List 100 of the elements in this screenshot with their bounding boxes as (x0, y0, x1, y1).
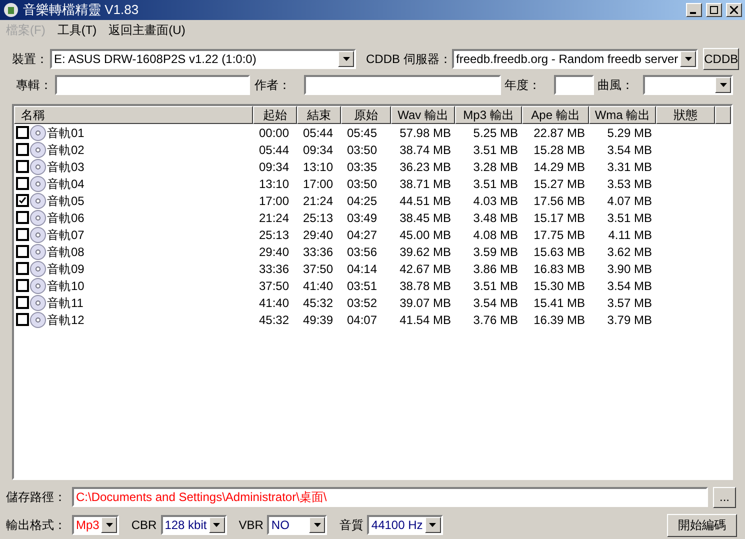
option-dropdown[interactable]: Mp3 (72, 515, 120, 535)
column-header[interactable]: 原始 (341, 106, 391, 124)
track-row[interactable]: 音軌07 25:13 29:40 04:27 45.00 MB 4.08 MB 17.75 MB 4.11 MB (14, 226, 731, 243)
menu-item[interactable]: 返回主畫面(U) (108, 21, 186, 39)
track-row[interactable]: 音軌05 17:00 21:24 04:25 44.51 MB 4.03 MB 17.56 MB 4.07 MB (14, 192, 731, 209)
column-header[interactable]: Wav 輸出 (391, 106, 455, 124)
table-cell-text: 3.51 MB (472, 278, 519, 294)
checkbox[interactable] (16, 143, 29, 156)
dropdown-button[interactable] (424, 517, 441, 533)
table-cell-text: 3.57 MB (606, 294, 653, 312)
menu-item[interactable]: 工具(T) (57, 21, 97, 39)
maximize-button[interactable] (706, 3, 722, 17)
table-cell-text: 16.83 MB (532, 260, 586, 278)
track-row[interactable]: 音軌06 21:24 25:13 03:49 38.45 MB 3.48 MB 15.17 MB 3.51 MB (14, 209, 731, 226)
table-cell-text: 49:39 (302, 312, 334, 328)
table-cell-text: 39.07 MB (398, 294, 452, 312)
checkbox[interactable] (16, 296, 29, 309)
track-name: 音軌12 (47, 312, 84, 328)
cd-icon (30, 176, 46, 192)
track-row[interactable]: 音軌08 29:40 33:36 03:56 39.62 MB 3.59 MB 15.63 MB 3.62 MB (14, 243, 731, 260)
table-cell-text: 03:50 (346, 142, 378, 158)
option-dropdown[interactable]: NO (267, 515, 328, 535)
track-row[interactable]: 音軌03 09:34 13:10 03:35 36.23 MB 3.28 MB 14.29 MB 3.31 MB (14, 158, 731, 175)
dropdown-button[interactable] (101, 517, 118, 533)
check-icon (19, 197, 26, 204)
table-cell-text: 36.23 MB (398, 158, 452, 176)
table-cell-text: 3.51 MB (472, 176, 519, 192)
table-cell-text: 03:49 (346, 210, 378, 226)
cd-icon (30, 226, 46, 242)
close-button[interactable] (726, 3, 742, 17)
track-name: 音軌10 (47, 278, 84, 294)
table-cell-text: 15.63 MB (532, 244, 586, 260)
column-header[interactable]: 結束 (297, 106, 341, 124)
track-row[interactable]: 音軌04 13:10 17:00 03:50 38.71 MB 3.51 MB 15.27 MB 3.53 MB (14, 175, 731, 192)
option-dropdown[interactable]: 44100 Hz (367, 515, 443, 535)
option-dropdown[interactable]: 128 kbit (160, 515, 227, 535)
track-row[interactable]: 音軌02 05:44 09:34 03:50 38.74 MB 3.51 MB 15.28 MB 3.54 MB (14, 141, 731, 158)
table-cell-text: 13:10 (258, 176, 290, 192)
table-cell-text: 05:44 (302, 124, 334, 142)
column-header[interactable]: 名稱 (14, 106, 253, 124)
cd-icon (30, 278, 46, 294)
path-field[interactable]: C:\Documents and Settings\Administrator\桌面\ (72, 487, 708, 507)
table-cell-text: 29:40 (258, 244, 290, 260)
table-cell-text: 3.86 MB (472, 260, 519, 278)
track-row[interactable]: 音軌11 41:40 45:32 03:52 39.07 MB 3.54 MB 15.41 MB 3.57 MB (14, 294, 731, 311)
input-field[interactable] (554, 75, 594, 95)
column-header[interactable]: Mp3 輸出 (455, 106, 522, 124)
table-cell-text: 21:24 (258, 210, 290, 226)
table-cell-text: 3.48 MB (472, 210, 519, 226)
table-cell-text: 3.28 MB (472, 158, 519, 176)
cddb-button[interactable]: CDDB (703, 48, 740, 70)
track-row[interactable]: 音軌01 00:00 05:44 05:45 57.98 MB 5.25 MB 22.87 MB 5.29 MB (14, 124, 731, 141)
track-name: 音軌05 (47, 192, 84, 210)
checkbox[interactable] (16, 194, 29, 207)
checkbox[interactable] (16, 279, 29, 292)
table-cell-text: 03:50 (346, 176, 378, 192)
column-header[interactable]: Ape 輸出 (522, 106, 589, 124)
dropdown-button[interactable] (338, 51, 354, 67)
track-row[interactable]: 音軌12 45:32 49:39 04:07 41.54 MB 3.76 MB 16.39 MB 3.79 MB (14, 311, 731, 328)
checkbox[interactable] (16, 262, 29, 275)
dropdown-button[interactable] (208, 517, 225, 533)
table-cell-text: 04:07 (346, 312, 378, 328)
minimize-button[interactable] (686, 3, 702, 17)
checkbox[interactable] (16, 228, 29, 241)
table-cell-text: 05:45 (346, 124, 378, 142)
dropdown-button[interactable] (680, 51, 696, 67)
caret-icon (314, 523, 321, 527)
dropdown-button[interactable] (309, 517, 326, 533)
server-dropdown[interactable]: freedb.freedb.org - Random freedb server (452, 49, 698, 69)
genre-dropdown[interactable] (643, 75, 733, 95)
checkbox[interactable] (16, 313, 29, 326)
column-header[interactable]: 起始 (253, 106, 297, 124)
checkbox[interactable] (16, 245, 29, 258)
start-encoding-button[interactable]: 開始編碼 (667, 514, 737, 536)
device-dropdown[interactable]: E: ASUS DRW-1608P2S v1.22 (1:0:0) (50, 49, 356, 69)
table-cell-text: 13:10 (302, 158, 334, 176)
table-cell-text: 3.51 MB (606, 210, 653, 226)
checkbox[interactable] (16, 211, 29, 224)
input-field[interactable] (55, 75, 250, 95)
column-header[interactable]: Wma 輸出 (589, 106, 656, 124)
table-cell-text: 17:00 (302, 176, 334, 192)
browse-button[interactable]: ... (713, 486, 736, 508)
table-cell-text: 15.28 MB (532, 142, 586, 158)
table-cell-text: 3.79 MB (606, 312, 653, 328)
checkbox[interactable] (16, 160, 29, 173)
checkbox[interactable] (16, 177, 29, 190)
window-title: 音樂轉檔精靈 V1.83 (23, 1, 140, 20)
table-cell-text: 17.75 MB (532, 226, 586, 244)
table-cell-text: 3.51 MB (472, 142, 519, 158)
column-header[interactable]: 狀態 (656, 106, 715, 124)
dropdown-button[interactable] (715, 77, 731, 93)
track-row[interactable]: 音軌09 33:36 37:50 04:14 42.67 MB 3.86 MB 16.83 MB 3.90 MB (14, 260, 731, 277)
input-field[interactable] (304, 75, 500, 95)
table-cell-text: 33:36 (302, 244, 334, 260)
checkbox[interactable] (16, 126, 29, 139)
table-cell-text: 17.56 MB (532, 192, 586, 210)
track-row[interactable]: 音軌10 37:50 41:40 03:51 38.78 MB 3.51 MB 15.30 MB 3.54 MB (14, 277, 731, 294)
table-cell-text: 5.25 MB (472, 124, 519, 142)
table-cell-text: 3.54 MB (606, 278, 653, 294)
table-cell-text: 3.76 MB (472, 312, 519, 328)
